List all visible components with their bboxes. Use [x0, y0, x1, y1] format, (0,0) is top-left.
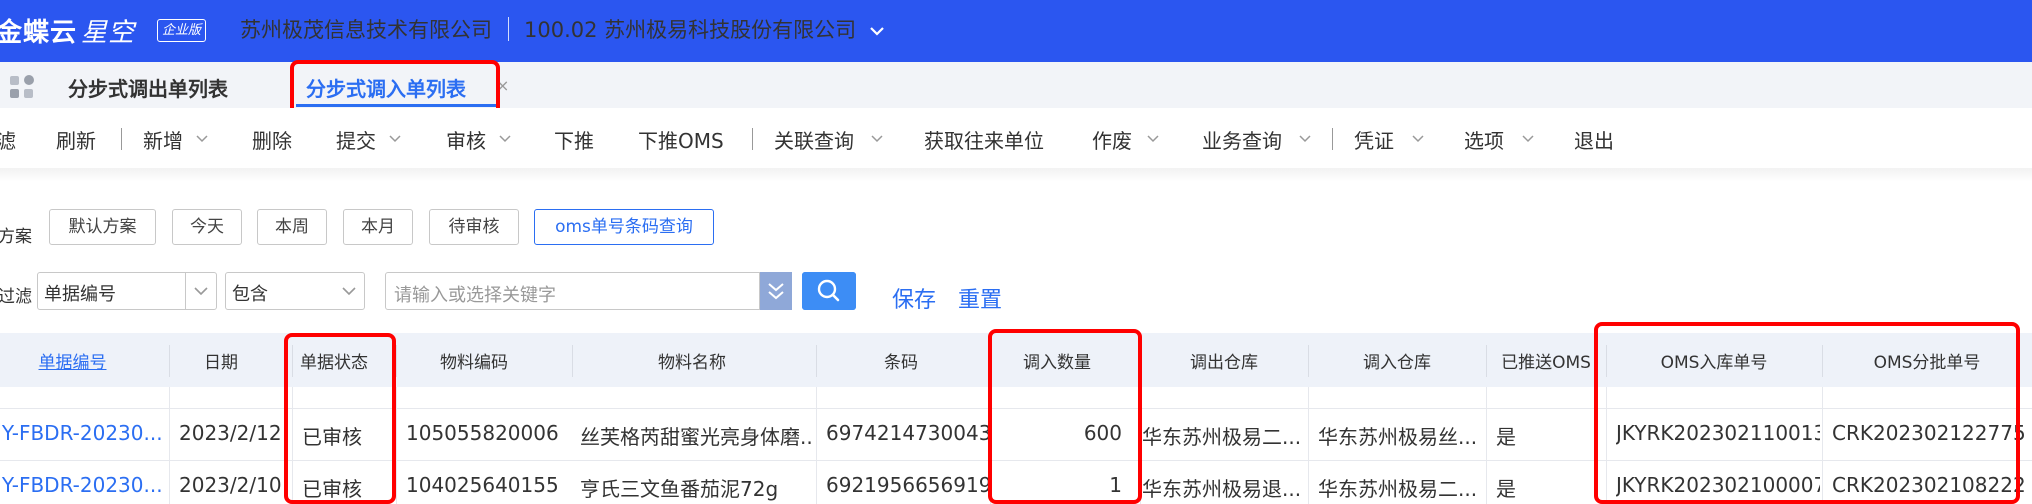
- chevron-down-icon[interactable]: [1145, 131, 1161, 147]
- scheme-oms-barcode-query[interactable]: oms单号条码查询: [534, 209, 714, 245]
- column-header-barcode[interactable]: 条码: [816, 348, 986, 373]
- chevron-down-icon[interactable]: [497, 131, 513, 147]
- brand-logo[interactable]: 金蝶云 星空: [0, 12, 135, 49]
- column-header-bill-no[interactable]: 单据编号: [0, 348, 145, 373]
- save-button[interactable]: 保存: [892, 282, 936, 314]
- scheme-this-month[interactable]: 本月: [343, 209, 413, 245]
- header-divider: [508, 17, 509, 41]
- toolbar-divider: [1332, 128, 1333, 150]
- tab-transfer-out-list[interactable]: 分步式调出单列表: [68, 73, 228, 102]
- toolbar-divider: [752, 128, 753, 150]
- cell-material-name: 丝芙格芮甜蜜光亮身体磨...: [580, 425, 812, 449]
- cell-barcode: 6921956656919: [826, 473, 988, 497]
- scheme-this-week[interactable]: 本周: [257, 209, 327, 245]
- highlight-box-in-qty: [988, 329, 1142, 504]
- filter-operator-value: 包含: [232, 284, 268, 305]
- cell-out-warehouse: 华东苏州极易二...: [1142, 425, 1302, 449]
- apps-grid-icon[interactable]: [9, 74, 35, 100]
- chevron-down-icon[interactable]: [866, 20, 888, 42]
- org-primary[interactable]: 苏州极茂信息技术有限公司: [240, 14, 492, 44]
- toolbar-submit[interactable]: 提交: [336, 125, 376, 154]
- column-header-out-warehouse[interactable]: 调出仓库: [1140, 348, 1308, 373]
- reset-button[interactable]: 重置: [958, 282, 1002, 314]
- chevron-down-icon[interactable]: [194, 131, 210, 147]
- scheme-pending-audit[interactable]: 待审核: [429, 209, 519, 245]
- search-icon[interactable]: [802, 272, 856, 310]
- filter-field-select[interactable]: 单据编号: [37, 272, 217, 310]
- column-header-date[interactable]: 日期: [170, 348, 272, 373]
- toolbar-void[interactable]: 作废: [1092, 125, 1132, 154]
- column-header-pushed-oms[interactable]: 已推送OMS: [1486, 348, 1606, 373]
- grid-line: [396, 387, 397, 504]
- cell-in-warehouse: 华东苏州极易二...: [1318, 477, 1478, 501]
- scheme-today[interactable]: 今天: [172, 209, 242, 245]
- highlight-box-bill-status: [284, 333, 396, 504]
- edition-badge: 企业版: [157, 19, 206, 42]
- toolbar-push-oms[interactable]: 下推OMS: [638, 125, 724, 154]
- toolbar-related-query[interactable]: 关联查询: [774, 125, 854, 154]
- org-secondary[interactable]: 100.02 苏州极易科技股份有限公司: [524, 14, 856, 44]
- grid-line: [169, 387, 170, 504]
- cell-out-warehouse: 华东苏州极易退...: [1142, 477, 1302, 501]
- cell-date: 2023/2/12: [179, 421, 282, 445]
- toolbar-options[interactable]: 选项: [1464, 125, 1504, 154]
- grid-line: [1308, 387, 1309, 504]
- keyword-input[interactable]: 请输入或选择关键字: [385, 272, 760, 310]
- column-header-in-warehouse[interactable]: 调入仓库: [1308, 348, 1486, 373]
- filter-operator-select[interactable]: 包含: [225, 272, 365, 310]
- cell-barcode: 6974214730043: [826, 421, 988, 445]
- chevron-down-icon[interactable]: [334, 273, 364, 309]
- toolbar-audit[interactable]: 审核: [446, 125, 486, 154]
- toolbar-business-query[interactable]: 业务查询: [1202, 125, 1282, 154]
- cell-date: 2023/2/10: [179, 473, 282, 497]
- chevron-down-icon[interactable]: [387, 131, 403, 147]
- highlight-box-oms-numbers: [1594, 322, 2020, 504]
- column-header-material-name[interactable]: 物料名称: [572, 348, 812, 373]
- column-header-material-code[interactable]: 物料编码: [396, 348, 552, 373]
- toolbar-new[interactable]: 新增: [143, 125, 183, 154]
- cell-material-code: 105055820006: [406, 421, 559, 445]
- cell-bill-no[interactable]: JY-FBDR-20230...: [0, 421, 162, 445]
- toolbar-voucher[interactable]: 凭证: [1354, 125, 1394, 154]
- cell-material-name: 亨氏三文鱼番茄泥72g: [580, 477, 779, 501]
- double-chevron-down-icon[interactable]: [760, 272, 792, 310]
- cell-material-code: 104025640155: [406, 473, 559, 497]
- grid-line: [1486, 387, 1487, 504]
- scheme-label: 方案: [0, 227, 32, 247]
- cell-pushed-oms: 是: [1496, 425, 1516, 449]
- chevron-down-icon[interactable]: [869, 131, 885, 147]
- keyword-placeholder: 请输入或选择关键字: [394, 285, 556, 306]
- toolbar-divider: [121, 128, 122, 150]
- scheme-default[interactable]: 默认方案: [49, 209, 156, 245]
- toolbar-delete[interactable]: 删除: [252, 125, 292, 154]
- cell-in-warehouse: 华东苏州极易丝...: [1318, 425, 1478, 449]
- chevron-down-icon[interactable]: [185, 273, 216, 309]
- toolbar-filter[interactable]: 滤: [0, 125, 16, 154]
- cell-bill-no[interactable]: JY-FBDR-20230...: [0, 473, 162, 497]
- grid-line: [816, 387, 817, 504]
- toolbar-refresh[interactable]: 刷新: [56, 125, 96, 154]
- chevron-down-icon[interactable]: [1520, 131, 1536, 147]
- toolbar-get-partner[interactable]: 获取往来单位: [924, 125, 1044, 154]
- cell-pushed-oms: 是: [1496, 477, 1516, 501]
- chevron-down-icon[interactable]: [1297, 131, 1313, 147]
- toolbar-shadow: [0, 168, 2032, 182]
- filter-label: 过滤: [0, 287, 32, 307]
- filter-field-value: 单据编号: [44, 284, 116, 305]
- toolbar-exit[interactable]: 退出: [1574, 125, 1614, 154]
- toolbar-push-down[interactable]: 下推: [554, 125, 594, 154]
- chevron-down-icon[interactable]: [1410, 131, 1426, 147]
